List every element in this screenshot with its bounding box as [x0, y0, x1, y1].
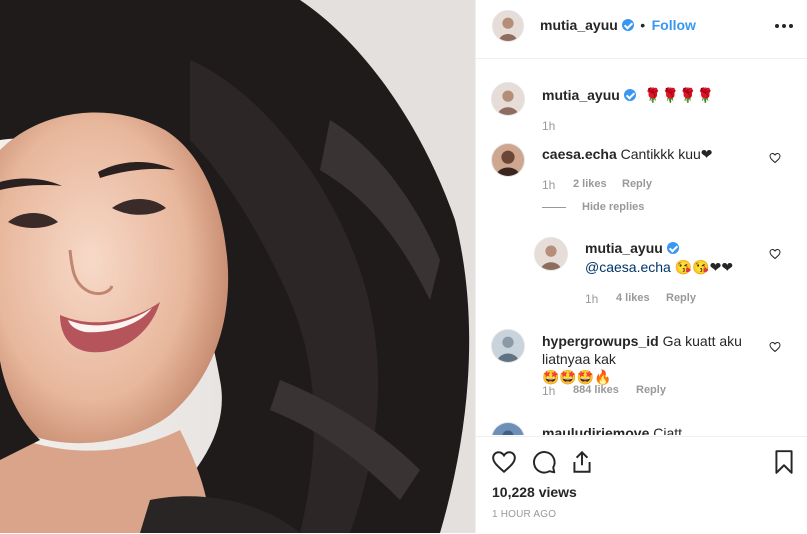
- comment-username[interactable]: mauludiriemove: [542, 425, 649, 435]
- comment-reply-button[interactable]: Reply: [622, 178, 652, 190]
- comments-list[interactable]: mutia_ayuu 🌹🌹🌹🌹 1h caesa.echa Cantikkk k…: [476, 59, 807, 435]
- comment-line: caesa.echa Cantikkk kuu❤: [542, 145, 713, 163]
- comment-text: Ciatt: [653, 425, 683, 435]
- post-panel: mutia_ayuu • Follow mutia_ayuu 🌹🌹🌹🌹 1h c…: [475, 0, 807, 533]
- comment-like-icon[interactable]: [769, 341, 781, 353]
- more-options-icon[interactable]: [772, 14, 796, 38]
- views-count[interactable]: 10,228 views: [492, 484, 577, 500]
- posted-time[interactable]: 1 HOUR AGO: [492, 509, 556, 520]
- reply-reply-button[interactable]: Reply: [666, 292, 696, 304]
- comment-text-line2: liatnyaa kak: [542, 351, 616, 367]
- author-avatar[interactable]: [492, 10, 524, 42]
- caption-line: mutia_ayuu 🌹🌹🌹🌹: [542, 86, 714, 105]
- comment-time[interactable]: 1h: [542, 178, 555, 192]
- reply-time[interactable]: 1h: [585, 292, 598, 306]
- post-header: mutia_ayuu • Follow: [476, 0, 807, 59]
- caption-avatar[interactable]: [491, 82, 525, 116]
- heart-outline-icon[interactable]: [491, 449, 517, 475]
- verified-badge-icon: [666, 242, 679, 254]
- post-photo: [0, 0, 475, 533]
- comment-username[interactable]: caesa.echa: [542, 146, 617, 162]
- reply-likes[interactable]: 4 likes: [616, 292, 650, 304]
- comment-text: Ga kuatt aku: [662, 333, 742, 349]
- header-separator: •: [640, 17, 646, 33]
- comment-avatar[interactable]: [491, 422, 525, 435]
- comment-like-icon[interactable]: [769, 152, 781, 164]
- post-media[interactable]: [0, 0, 475, 533]
- bookmark-icon[interactable]: [771, 449, 797, 475]
- reply-user-line: mutia_ayuu: [585, 240, 679, 258]
- author-username[interactable]: mutia_ayuu: [540, 17, 618, 33]
- comment-text: Cantikkk kuu❤: [620, 146, 713, 162]
- reply-avatar[interactable]: [534, 237, 568, 271]
- hide-replies-button[interactable]: Hide replies: [582, 201, 644, 213]
- header-user-line: mutia_ayuu • Follow: [540, 17, 696, 35]
- comment-time[interactable]: 1h: [542, 384, 555, 398]
- reply-username[interactable]: mutia_ayuu: [585, 240, 663, 256]
- comment-icon[interactable]: [531, 449, 557, 475]
- comment-likes[interactable]: 2 likes: [573, 178, 607, 190]
- share-icon[interactable]: [569, 449, 595, 475]
- comment-body: hypergrowups_id Ga kuatt aku liatnyaa ka…: [542, 332, 792, 386]
- reply-mention[interactable]: @caesa.echa: [585, 259, 671, 275]
- comment-username[interactable]: hypergrowups_id: [542, 333, 659, 349]
- verified-badge-icon: [621, 19, 634, 31]
- verified-badge-icon: [623, 89, 636, 101]
- caption-time[interactable]: 1h: [542, 119, 555, 133]
- hide-replies-line: [542, 207, 566, 208]
- comment-avatar[interactable]: [491, 143, 525, 177]
- caption-text: 🌹🌹🌹🌹: [644, 87, 714, 103]
- comment-line: mauludiriemove Ciatt: [542, 424, 682, 435]
- comment-likes[interactable]: 884 likes: [573, 384, 619, 396]
- reply-like-icon[interactable]: [769, 248, 781, 260]
- reply-text-line: @caesa.echa 😘😘❤❤: [585, 258, 733, 276]
- comment-avatar[interactable]: [491, 329, 525, 363]
- caption-username[interactable]: mutia_ayuu: [542, 87, 620, 103]
- comment-reply-button[interactable]: Reply: [636, 384, 666, 396]
- reply-emojis: 😘😘❤❤: [674, 259, 734, 275]
- post-actions: 10,228 views 1 HOUR AGO: [476, 436, 807, 534]
- follow-button[interactable]: Follow: [652, 17, 696, 33]
